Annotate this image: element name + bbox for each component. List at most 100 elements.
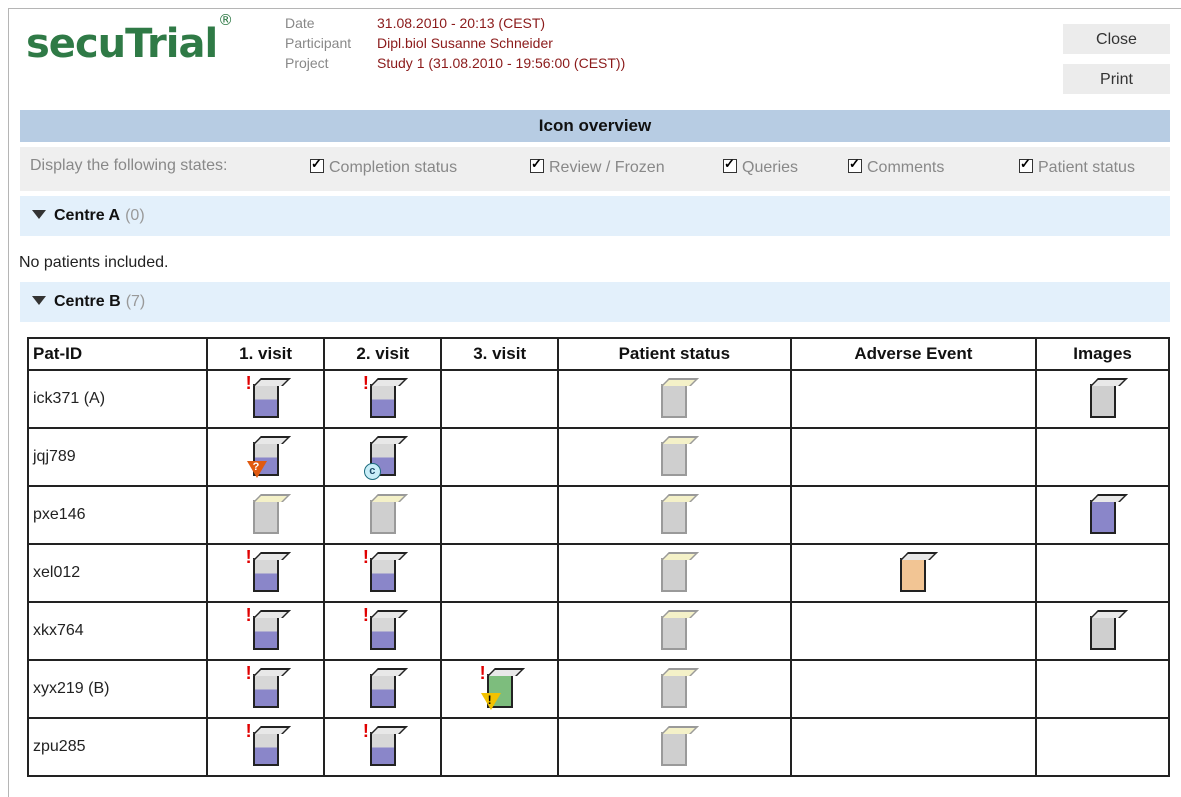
partial-form-icon-cell-icon[interactable]: c bbox=[363, 434, 403, 480]
image-form-icon-cell-icon[interactable] bbox=[1083, 608, 1123, 654]
participant-value: Dipl.biol Susanne Schneider bbox=[377, 35, 553, 51]
status-cell[interactable]: ! bbox=[323, 717, 443, 777]
checkbox-icon[interactable] bbox=[310, 156, 324, 173]
checkbox-icon[interactable] bbox=[530, 156, 544, 173]
status-cell[interactable]: c bbox=[323, 427, 443, 487]
status-cell[interactable] bbox=[557, 485, 792, 545]
status-cell bbox=[789, 369, 1038, 429]
query-glyph: ? bbox=[252, 461, 260, 473]
status-cell[interactable] bbox=[1035, 485, 1170, 545]
adverse-event-form-icon-cell-icon[interactable] bbox=[893, 550, 933, 596]
empty-form-icon-cell-icon[interactable] bbox=[654, 376, 694, 422]
empty-form-icon-cell-icon[interactable] bbox=[654, 724, 694, 770]
filter-option-label: Completion status bbox=[329, 159, 458, 176]
collapse-triangle-icon[interactable] bbox=[32, 296, 46, 305]
partial-form-icon-cell-icon[interactable]: ! bbox=[246, 373, 286, 422]
print-button[interactable]: Print bbox=[1063, 64, 1170, 94]
status-cell bbox=[440, 485, 560, 545]
partial-form-icon bbox=[252, 732, 279, 766]
alert-icon: ! bbox=[362, 547, 369, 567]
centre-a-header[interactable]: Centre A (0) bbox=[20, 196, 1170, 236]
checkbox-icon[interactable] bbox=[723, 156, 737, 173]
status-cell[interactable] bbox=[557, 601, 792, 661]
patient-id-cell[interactable]: xyx219 (B) bbox=[27, 659, 208, 719]
page-title: Icon overview bbox=[20, 110, 1170, 142]
status-cell[interactable] bbox=[557, 717, 792, 777]
query-icon[interactable]: ? bbox=[246, 461, 267, 478]
warning-glyph: ! bbox=[487, 693, 492, 707]
empty-form-icon-cell-icon[interactable] bbox=[654, 666, 694, 712]
centre-b-header[interactable]: Centre B (7) bbox=[20, 282, 1170, 322]
partial-form-icon-cell-icon[interactable]: ! bbox=[246, 605, 286, 654]
status-cell[interactable]: ! bbox=[323, 369, 443, 429]
status-cell[interactable] bbox=[557, 369, 792, 429]
empty-form-icon-cell-icon[interactable] bbox=[654, 434, 694, 480]
warning-icon[interactable]: ! bbox=[480, 693, 501, 710]
partial-form-icon-cell-icon[interactable]: ! bbox=[246, 663, 286, 712]
status-cell[interactable]: ! bbox=[205, 543, 326, 603]
checkbox-icon[interactable] bbox=[848, 156, 862, 173]
patient-id-cell[interactable]: xel012 bbox=[27, 543, 208, 603]
status-cell[interactable] bbox=[1035, 601, 1170, 661]
partial-form-icon bbox=[252, 616, 279, 650]
alert-icon: ! bbox=[245, 721, 252, 741]
image-form-icon-cell-icon[interactable] bbox=[1083, 376, 1123, 422]
close-button[interactable]: Close bbox=[1063, 24, 1170, 54]
filter-label: Display the following states: bbox=[30, 157, 228, 174]
filter-review-frozen[interactable]: Review / Frozen bbox=[530, 156, 665, 177]
status-cell[interactable] bbox=[323, 659, 443, 719]
status-cell[interactable]: ! bbox=[205, 601, 326, 661]
centre-count: (0) bbox=[125, 207, 145, 224]
status-cell[interactable]: !! bbox=[440, 659, 560, 719]
status-cell[interactable] bbox=[1035, 369, 1170, 429]
status-cell[interactable]: ! bbox=[205, 659, 326, 719]
partial-form-icon-cell-icon[interactable]: ? bbox=[246, 434, 286, 480]
filter-queries[interactable]: Queries bbox=[723, 156, 798, 177]
comment-icon[interactable]: c bbox=[363, 463, 381, 480]
status-cell[interactable] bbox=[557, 543, 792, 603]
status-cell[interactable] bbox=[789, 543, 1038, 603]
table-row: xkx764!! bbox=[27, 601, 1170, 661]
patient-id-cell[interactable]: zpu285 bbox=[27, 717, 208, 777]
empty-form-icon-cell-icon[interactable] bbox=[654, 492, 694, 538]
status-cell[interactable] bbox=[323, 485, 443, 545]
filter-patient-status[interactable]: Patient status bbox=[1019, 156, 1135, 177]
empty-form-icon-cell-icon[interactable] bbox=[246, 492, 286, 538]
filter-completion-status[interactable]: Completion status bbox=[310, 156, 458, 177]
partial-form-icon-cell-icon[interactable]: ! bbox=[362, 547, 403, 596]
status-cell[interactable]: ! bbox=[323, 601, 443, 661]
status-cell[interactable]: ! bbox=[205, 369, 326, 429]
patient-id-cell[interactable]: ick371 (A) bbox=[27, 369, 208, 429]
logo-text: secuTrial bbox=[26, 21, 218, 67]
partial-form-icon-cell-icon[interactable]: ! bbox=[245, 721, 286, 770]
table-row: xyx219 (B)!!! bbox=[27, 659, 1170, 719]
status-cell[interactable]: ! bbox=[205, 717, 326, 777]
empty-form-icon-cell-icon[interactable] bbox=[654, 608, 694, 654]
empty-form-icon bbox=[661, 732, 688, 766]
table-row: xel012!! bbox=[27, 543, 1170, 603]
alert-icon: ! bbox=[479, 663, 486, 683]
collapse-triangle-icon[interactable] bbox=[32, 210, 46, 219]
partial-form-icon-cell-icon[interactable]: ! bbox=[246, 547, 286, 596]
partial-form-icon-cell-icon[interactable] bbox=[363, 666, 403, 712]
status-cell[interactable] bbox=[557, 659, 792, 719]
empty-form-icon-cell-icon[interactable] bbox=[363, 492, 403, 538]
status-cell[interactable] bbox=[557, 427, 792, 487]
partial-form-icon-cell-icon[interactable]: ! bbox=[363, 605, 403, 654]
patient-id-cell[interactable]: pxe146 bbox=[27, 485, 208, 545]
status-cell[interactable]: ? bbox=[205, 427, 326, 487]
status-cell[interactable] bbox=[205, 485, 326, 545]
complete-form-icon-cell-icon[interactable] bbox=[1083, 492, 1123, 538]
patient-id-cell[interactable]: jqj789 bbox=[27, 427, 208, 487]
empty-form-icon-cell-icon[interactable] bbox=[654, 550, 694, 596]
partial-form-icon bbox=[252, 384, 279, 418]
status-cell[interactable]: ! bbox=[323, 543, 443, 603]
filter-comments[interactable]: Comments bbox=[848, 156, 944, 177]
partial-form-icon-cell-icon[interactable]: ! bbox=[363, 721, 403, 770]
green-form-icon-cell-icon[interactable]: !! bbox=[479, 663, 520, 712]
checkbox-icon[interactable] bbox=[1019, 156, 1033, 173]
partial-form-icon bbox=[369, 616, 396, 650]
patient-id-cell[interactable]: xkx764 bbox=[27, 601, 208, 661]
table-row: pxe146 bbox=[27, 485, 1170, 545]
partial-form-icon-cell-icon[interactable]: ! bbox=[363, 373, 403, 422]
